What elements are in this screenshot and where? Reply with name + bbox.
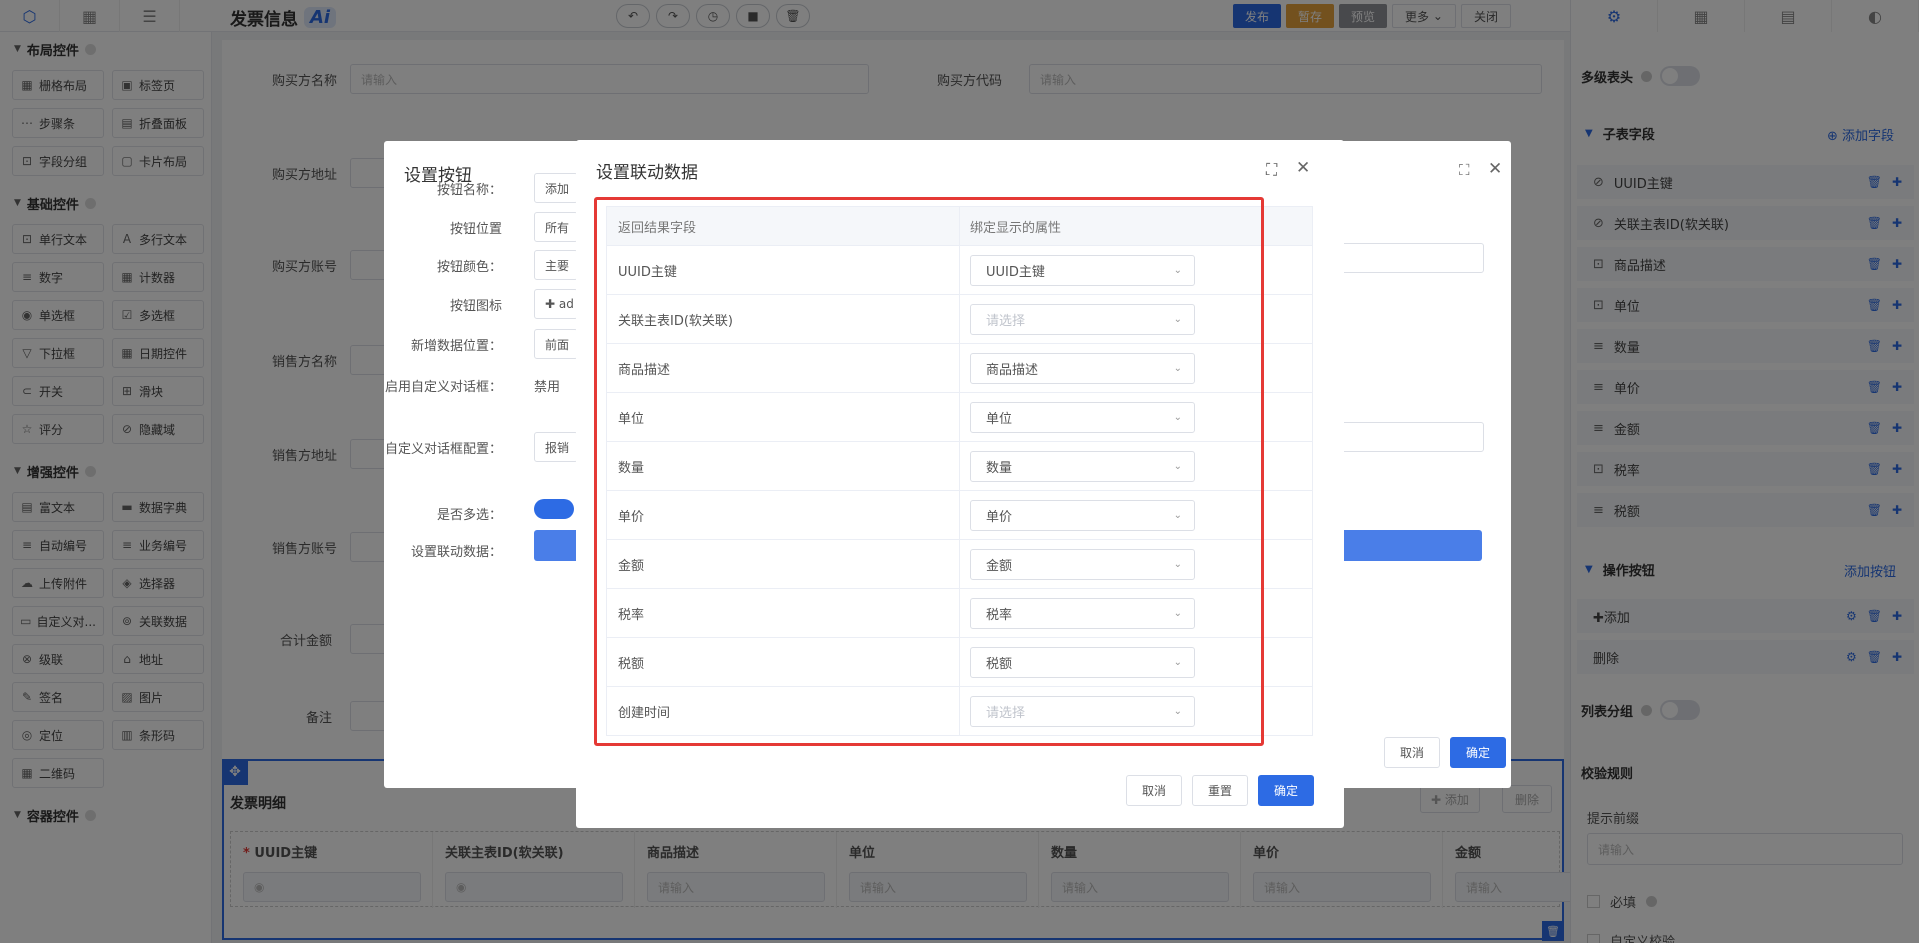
button-dialog-confirm[interactable]: 确定	[1450, 737, 1506, 768]
button-field-label: 启用自定义对话框：	[384, 380, 502, 395]
button-field-label: 新增数据位置：	[410, 339, 502, 354]
button-field-value[interactable]: 主要	[534, 250, 578, 280]
highlight-box	[594, 197, 1264, 746]
button-field-value[interactable]: 前面	[534, 329, 578, 359]
multi-select-toggle[interactable]	[534, 499, 574, 519]
button-field-label: 按钮位置	[449, 222, 502, 237]
button-field-value[interactable]: 添加	[534, 173, 578, 203]
button-field-label: 自定义对话框配置：	[384, 442, 502, 457]
button-field-value[interactable]: 报销	[534, 432, 578, 462]
button-field-value[interactable]: 所有	[534, 212, 578, 242]
close-icon[interactable]: ✕	[1296, 158, 1310, 178]
linkage-dialog-title: 设置联动数据	[596, 163, 698, 183]
close-icon[interactable]: ✕	[1488, 159, 1502, 179]
button-field-label: 按钮名称：	[436, 183, 502, 198]
button-dialog-cancel[interactable]: 取消	[1384, 737, 1440, 768]
linkage-confirm-button[interactable]: 确定	[1258, 775, 1314, 806]
button-field-label: 是否多选：	[436, 508, 502, 523]
button-field-value[interactable]: 禁用	[534, 376, 560, 395]
button-field-label: 按钮图标	[449, 299, 502, 314]
maximize-icon[interactable]: ⛶	[1459, 161, 1470, 179]
linkage-cancel-button[interactable]: 取消	[1126, 775, 1182, 806]
button-field-label: 设置联动数据：	[410, 545, 502, 560]
maximize-icon[interactable]: ⛶	[1266, 160, 1277, 180]
button-field-value[interactable]: ✚ ad	[534, 289, 578, 319]
button-field-label: 按钮颜色：	[436, 260, 502, 275]
linkage-reset-button[interactable]: 重置	[1192, 775, 1248, 806]
